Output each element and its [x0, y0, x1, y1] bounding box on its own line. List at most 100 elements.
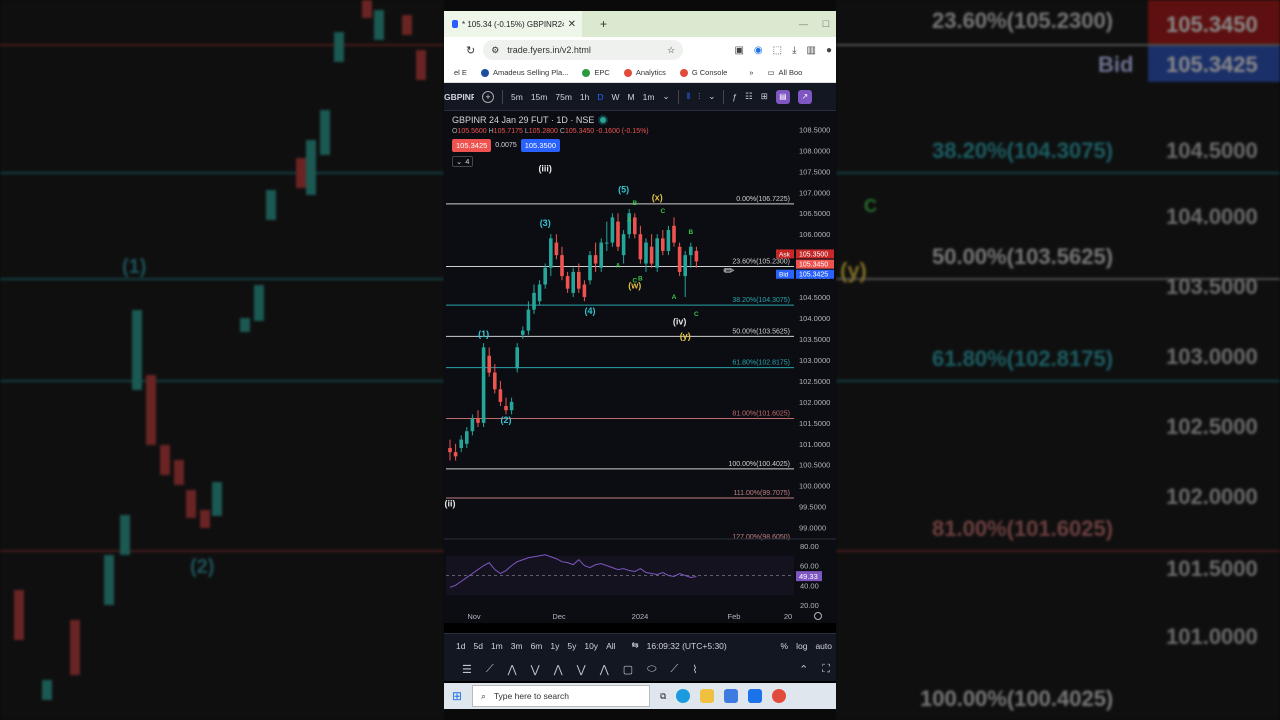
chrome-icon[interactable]	[772, 689, 787, 703]
date-range-icon[interactable]: ⇆	[632, 640, 639, 651]
interval-15m[interactable]: 15m	[531, 92, 548, 102]
range-10y[interactable]: 10y	[584, 641, 598, 651]
chart-title: GBPINR 24 Jan 29 FUT · 1D · NSE	[452, 115, 595, 125]
range-1m[interactable]: 1m	[491, 641, 503, 651]
bookmark-item[interactable]: G Console	[679, 68, 727, 77]
trend-icon[interactable]: ↗	[797, 89, 812, 104]
profile-icon[interactable]: ●	[826, 45, 832, 56]
backdrop-fib-label: 38.20%(104.3075)	[932, 138, 1114, 163]
wxy-wave-icon[interactable]: ⋁	[577, 663, 586, 676]
price-tick-label: 102.0000	[799, 398, 830, 407]
maximize-icon[interactable]: ☐	[822, 19, 830, 30]
clock[interactable]: 16:09:32 (UTC+5:30)	[647, 641, 727, 651]
site-settings-icon[interactable]: ⚙	[491, 45, 499, 56]
ellipse-tool-icon[interactable]: ⬭	[647, 663, 656, 676]
chrome-extension-icon[interactable]: ◉	[754, 45, 763, 56]
bar-chart-icon[interactable]: ⫶	[698, 91, 700, 102]
close-icon[interactable]: ✕	[568, 19, 576, 30]
buy-button[interactable]: 105.3500	[520, 139, 561, 152]
trendline-tool-icon[interactable]: ⟋	[486, 663, 494, 676]
chart-svg[interactable]: 0.00%(106.7225) 23.60%(105.2300) 38.20%(10…	[444, 111, 836, 623]
range-1y[interactable]: 1y	[550, 641, 559, 651]
interval-w[interactable]: W	[612, 92, 620, 102]
log-toggle[interactable]: log	[796, 641, 807, 651]
backdrop-level-line	[0, 278, 444, 280]
rectangle-tool-icon[interactable]: ▢	[623, 663, 633, 676]
bookmark-item[interactable]: EPC	[582, 68, 610, 77]
bookmark-item[interactable]: el E	[454, 68, 467, 77]
interval-1h[interactable]: 1h	[580, 92, 589, 102]
minimize-icon[interactable]: —	[799, 19, 808, 30]
taskbar-search[interactable]: ⌕ Type here to search	[472, 685, 651, 707]
task-view-icon[interactable]: ⧉	[660, 691, 666, 702]
fullscreen-icon[interactable]: ⛶	[822, 663, 836, 676]
indicators-toggle[interactable]: ⌄ 4	[452, 156, 474, 167]
side-panel-icon[interactable]: ▥	[807, 45, 816, 56]
range-6m[interactable]: 6m	[531, 641, 543, 651]
fib-level-label: 100.00%(100.4025)	[729, 461, 791, 468]
edge-icon[interactable]	[676, 689, 691, 703]
extension-icon[interactable]: ▣	[734, 45, 743, 56]
url-field[interactable]: ⚙ trade.fyers.in/v2.html ☆	[483, 40, 684, 60]
interval-d[interactable]: D	[597, 92, 603, 102]
ohlc-l-value: 105.2800	[528, 128, 558, 135]
sell-button[interactable]: 105.3425	[452, 139, 492, 152]
more-bookmarks-icon[interactable]: »	[749, 68, 753, 77]
market-status-icon	[600, 117, 607, 123]
time-tick-label: Nov	[467, 612, 481, 621]
candle-body	[610, 217, 615, 243]
bookmark-label: Analytics	[635, 68, 666, 77]
fib-level-label: 50.00%(103.5625)	[732, 328, 790, 335]
bookmark-folder[interactable]: ▭ All Boo	[767, 68, 802, 77]
backdrop-wave-label: (y)	[840, 258, 867, 283]
backdrop-bid-price: 105.3425	[1166, 52, 1258, 77]
abcd-pattern-icon[interactable]: ⋀	[508, 663, 517, 676]
download-icon[interactable]: ⤓	[792, 45, 796, 56]
path-tool-icon[interactable]: ⌇	[692, 663, 697, 676]
menu-icon[interactable]: ☰	[462, 663, 472, 676]
bookmark-item[interactable]: Amadeus Selling Pla...	[480, 68, 568, 77]
chart-settings-icon[interactable]: ▤	[775, 89, 790, 104]
interval-m[interactable]: M	[628, 92, 635, 102]
chart-type-icon[interactable]: ⫴	[687, 91, 691, 102]
backdrop-fib-label: 61.80%(102.8175)	[932, 346, 1114, 371]
range-all[interactable]: All	[606, 641, 615, 651]
layout-icon[interactable]: ☷	[745, 91, 753, 102]
reload-icon[interactable]: ↻	[466, 44, 475, 57]
range-3m[interactable]: 3m	[511, 641, 523, 651]
abc-correction-icon[interactable]: ⋀	[554, 663, 563, 676]
add-symbol-icon[interactable]: +	[482, 90, 494, 103]
double-combo-icon[interactable]: ⋀	[600, 663, 609, 676]
fib-level-label: 23.60%(105.2300)	[732, 258, 790, 265]
auto-toggle[interactable]: auto	[815, 641, 836, 651]
candle-body	[677, 246, 682, 272]
new-tab-icon[interactable]: +	[600, 17, 607, 31]
store-icon[interactable]	[724, 689, 739, 703]
range-1d[interactable]: 1d	[456, 641, 465, 651]
chevron-down-icon[interactable]: ⌄	[708, 91, 715, 102]
chevron-down-icon[interactable]: ⌄	[662, 91, 669, 102]
chevron-up-icon[interactable]: ⌃	[799, 663, 808, 676]
line-tool-icon[interactable]: ⟋	[671, 663, 679, 676]
mail-icon[interactable]	[748, 689, 763, 703]
browser-tab[interactable]: * 105.34 (-0.15%) GBPINR24JAN ✕	[444, 11, 582, 37]
wave-label: (y)	[680, 331, 691, 341]
rsi-tick-label: 20.00	[800, 601, 819, 610]
interval-5m[interactable]: 5m	[511, 92, 523, 102]
percent-toggle[interactable]: %	[781, 641, 789, 651]
file-explorer-icon[interactable]	[700, 689, 715, 703]
puzzle-icon[interactable]: ⬚	[773, 45, 782, 56]
interval-1m[interactable]: 1m	[643, 92, 655, 102]
windows-start-icon[interactable]: ⊞	[452, 689, 462, 703]
backdrop-candle	[320, 110, 330, 155]
indicators-icon[interactable]: ƒ	[732, 92, 737, 102]
range-5d[interactable]: 5d	[473, 641, 482, 651]
range-5y[interactable]: 5y	[567, 641, 576, 651]
grid-layout-icon[interactable]: ⊞	[761, 91, 768, 102]
chart-area[interactable]: 0.00%(106.7225) 23.60%(105.2300) 38.20%(10…	[444, 111, 836, 623]
bookmark-star-icon[interactable]: ☆	[667, 45, 675, 56]
bookmark-item[interactable]: Analytics	[623, 68, 666, 77]
symbol-search[interactable]: GBPINR	[444, 92, 474, 102]
interval-75m[interactable]: 75m	[555, 92, 572, 102]
elliott-wave-icon[interactable]: ⋁	[531, 663, 540, 676]
